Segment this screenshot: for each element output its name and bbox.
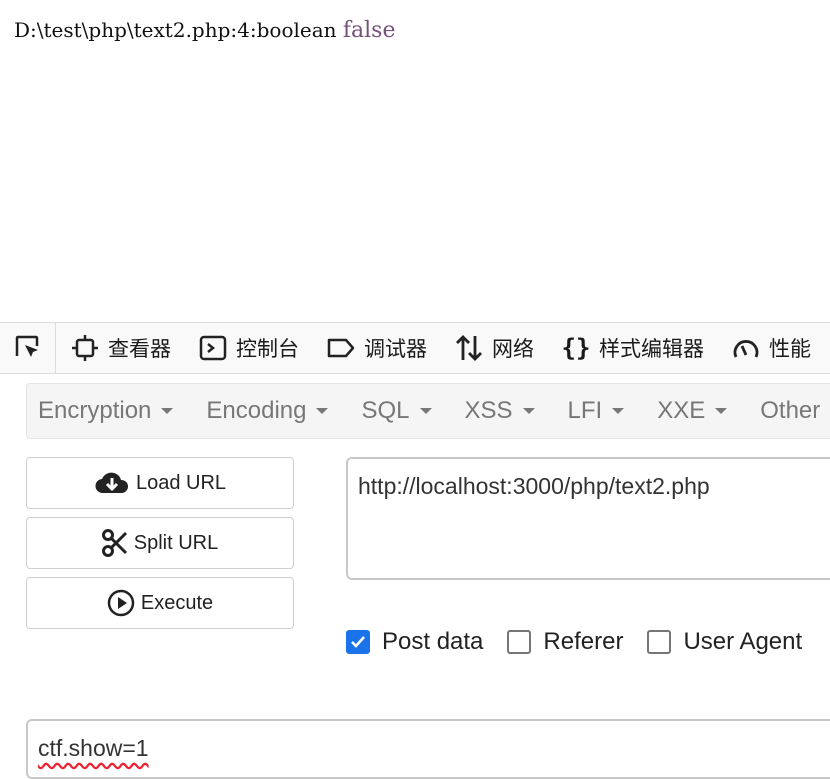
execute-label: Execute <box>140 591 214 614</box>
referer-option[interactable]: Referer <box>507 628 623 656</box>
element-picker-icon <box>15 335 38 357</box>
play-circle-icon <box>107 589 135 617</box>
post-data-option[interactable]: Post data <box>346 628 483 656</box>
tab-label: 查看器 <box>108 337 171 361</box>
menu-encoding[interactable]: Encoding <box>195 397 350 425</box>
tab-network[interactable]: 网络 <box>440 323 547 373</box>
network-icon <box>454 333 484 363</box>
user-agent-checkbox[interactable] <box>647 630 672 654</box>
checkmark-icon <box>351 636 365 648</box>
post-data-checkbox[interactable] <box>346 630 370 654</box>
load-url-label: Load URL <box>135 471 227 494</box>
output-value: false <box>342 18 396 43</box>
output-prefix: D:\test\php\text2.php:4:boolean <box>14 18 337 42</box>
tab-performance[interactable]: 性能 <box>717 323 824 373</box>
tab-console[interactable]: 控制台 <box>184 323 312 373</box>
menu-xss[interactable]: XSS <box>454 397 557 425</box>
tab-label: 网络 <box>492 337 534 361</box>
cloud-download-icon <box>94 469 130 497</box>
url-value: http://localhost:3000/php/text2.php <box>358 473 710 499</box>
debugger-icon <box>326 333 356 363</box>
php-output: D:\test\php\text2.php:4:boolean false <box>14 18 396 43</box>
devtools-toolbar: 查看器 控制台 调试器 网络 {} 样式编辑器 性能 <box>0 322 830 374</box>
menu-sql[interactable]: SQL <box>350 397 453 425</box>
inspector-icon <box>70 333 100 363</box>
caret-down-icon <box>612 408 625 414</box>
load-url-button[interactable]: Load URL <box>26 457 294 509</box>
caret-down-icon <box>161 408 174 414</box>
console-icon <box>198 333 228 363</box>
menu-xxe[interactable]: XXE <box>646 397 749 425</box>
post-data-value: ctf.show=1 <box>38 735 149 761</box>
style-editor-icon: {} <box>561 334 591 362</box>
caret-down-icon <box>316 408 329 414</box>
element-picker-button[interactable] <box>0 323 56 373</box>
tab-label: 调试器 <box>364 337 427 361</box>
user-agent-label: User Agent <box>683 628 803 655</box>
tab-label: 控制台 <box>236 337 299 361</box>
menu-encryption[interactable]: Encryption <box>27 397 195 425</box>
post-data-label: Post data <box>382 628 484 655</box>
caret-down-icon <box>419 408 432 414</box>
performance-icon <box>731 333 761 363</box>
referer-label: Referer <box>543 628 624 655</box>
caret-down-icon <box>522 408 535 414</box>
split-url-label: Split URL <box>133 531 219 554</box>
caret-down-icon <box>715 408 728 414</box>
user-agent-option[interactable]: User Agent <box>647 628 802 656</box>
tab-style-editor[interactable]: {} 样式编辑器 <box>547 323 717 373</box>
hackbar-menu: Encryption Encoding SQL XSS LFI XXE Othe… <box>26 383 830 439</box>
scissors-icon <box>101 529 128 557</box>
post-data-textarea[interactable]: ctf.show=1 <box>26 719 830 779</box>
execute-button[interactable]: Execute <box>26 577 294 629</box>
referer-checkbox[interactable] <box>507 630 532 654</box>
tab-debugger[interactable]: 调试器 <box>312 323 440 373</box>
tab-inspector[interactable]: 查看器 <box>56 323 184 373</box>
request-options: Post data Referer User Agent <box>346 628 826 656</box>
tab-label: 性能 <box>769 337 811 361</box>
menu-other[interactable]: Other <box>749 397 830 425</box>
tab-label: 样式编辑器 <box>599 337 704 361</box>
url-textarea[interactable]: http://localhost:3000/php/text2.php <box>346 457 830 580</box>
menu-lfi[interactable]: LFI <box>557 397 647 425</box>
split-url-button[interactable]: Split URL <box>26 517 294 569</box>
